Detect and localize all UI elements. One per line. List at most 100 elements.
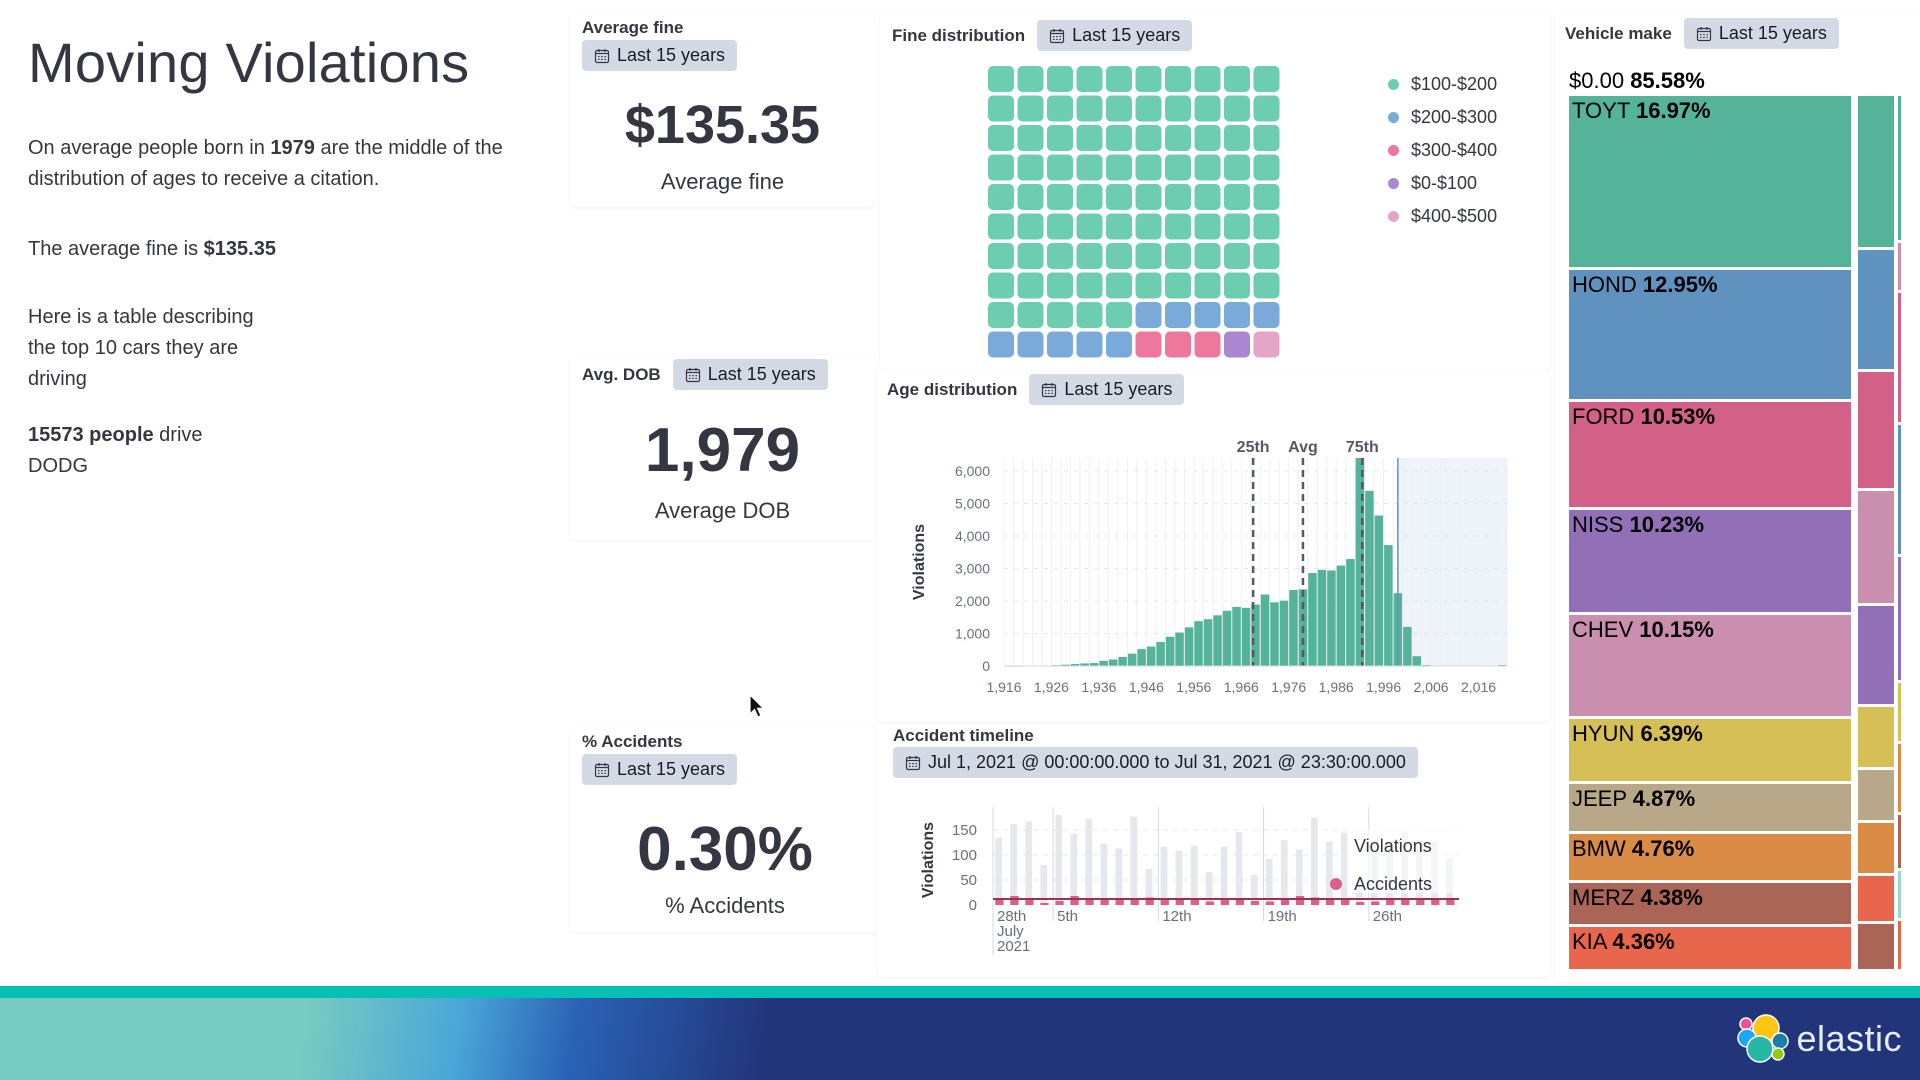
histogram-bar[interactable] xyxy=(1203,619,1213,666)
waffle-cell[interactable] xyxy=(1165,66,1191,92)
histogram-bar[interactable] xyxy=(1403,627,1412,666)
violations-bar[interactable] xyxy=(995,837,1003,906)
waffle-cell[interactable] xyxy=(1253,331,1280,358)
histogram-bar[interactable] xyxy=(1156,641,1165,666)
waffle-cell[interactable] xyxy=(1135,66,1162,92)
violations-bar[interactable] xyxy=(1115,848,1123,906)
time-range-badge[interactable]: Last 15 years xyxy=(1683,18,1839,49)
accidents-bar[interactable] xyxy=(1025,900,1034,905)
waffle-cell[interactable] xyxy=(1017,331,1044,358)
treemap-cell-tertiary[interactable] xyxy=(1898,921,1901,969)
waffle-cell[interactable] xyxy=(1224,184,1250,210)
waffle-cell[interactable] xyxy=(1194,184,1221,210)
waffle-cell[interactable] xyxy=(1017,272,1044,299)
waffle-cell[interactable] xyxy=(1076,302,1103,328)
waffle-cell[interactable] xyxy=(1076,213,1103,240)
waffle-cell[interactable] xyxy=(1224,302,1250,328)
waffle-cell[interactable] xyxy=(988,184,1014,210)
waffle-cell[interactable] xyxy=(1047,331,1073,358)
waffle-cell[interactable] xyxy=(1017,184,1044,210)
violations-bar[interactable] xyxy=(1025,821,1033,906)
violations-bar[interactable] xyxy=(1250,875,1258,905)
waffle-cell[interactable] xyxy=(1253,154,1280,181)
treemap-cell[interactable]: MERZ 4.38% xyxy=(1569,882,1851,925)
waffle-cell[interactable] xyxy=(1135,154,1162,181)
waffle-cell[interactable] xyxy=(1165,95,1191,122)
waffle-cell[interactable] xyxy=(1165,154,1191,181)
time-range-badge[interactable]: Last 15 years xyxy=(582,754,738,785)
waffle-cell[interactable] xyxy=(988,243,1014,269)
treemap-cell[interactable]: HYUN 6.39% xyxy=(1569,718,1851,781)
waffle-cell[interactable] xyxy=(1047,95,1073,122)
waffle-cell[interactable] xyxy=(1076,184,1103,210)
treemap-cell[interactable]: CHEV 10.15% xyxy=(1569,614,1851,716)
waffle-cell[interactable] xyxy=(1135,125,1162,151)
histogram-bar[interactable] xyxy=(1127,653,1137,666)
waffle-cell[interactable] xyxy=(1224,66,1250,92)
waffle-cell[interactable] xyxy=(1106,66,1132,92)
waffle-cell[interactable] xyxy=(1017,243,1044,269)
waffle-cell[interactable] xyxy=(1194,272,1221,299)
waffle-cell[interactable] xyxy=(1017,125,1044,151)
accidents-bar[interactable] xyxy=(1340,900,1350,905)
histogram-bar[interactable] xyxy=(1384,545,1393,666)
waffle-cell[interactable] xyxy=(1106,125,1132,151)
legend-item[interactable]: $100-$200 xyxy=(1388,68,1497,101)
histogram-bar[interactable] xyxy=(1374,515,1384,666)
waffle-cell[interactable] xyxy=(988,331,1014,358)
waffle-cell[interactable] xyxy=(1047,66,1073,92)
treemap-cell[interactable]: KIA 4.36% xyxy=(1569,927,1851,969)
accidents-bar[interactable] xyxy=(1040,903,1049,905)
waffle-cell[interactable] xyxy=(1076,95,1103,122)
treemap-cell-secondary[interactable] xyxy=(1858,372,1894,488)
treemap-cell-tertiary[interactable] xyxy=(1898,293,1901,423)
waffle-cell[interactable] xyxy=(1106,213,1132,240)
waffle-cell[interactable] xyxy=(1047,184,1073,210)
treemap-cell[interactable]: BMW 4.76% xyxy=(1569,833,1851,880)
violations-bar[interactable] xyxy=(1340,832,1348,906)
histogram-bar[interactable] xyxy=(1355,458,1365,666)
waffle-cell[interactable] xyxy=(1135,331,1162,358)
waffle-cell[interactable] xyxy=(1165,184,1191,210)
histogram-bar[interactable] xyxy=(1108,659,1118,667)
legend-label[interactable]: Accidents xyxy=(1354,874,1432,894)
waffle-cell[interactable] xyxy=(1165,243,1191,269)
time-range-badge[interactable]: Last 15 years xyxy=(582,40,738,71)
treemap-cell[interactable]: JEEP 4.87% xyxy=(1569,783,1851,831)
waffle-cell[interactable] xyxy=(1076,243,1103,269)
histogram-bar[interactable] xyxy=(1308,573,1317,666)
treemap-cell-secondary[interactable] xyxy=(1858,605,1894,704)
treemap-cell-secondary[interactable] xyxy=(1858,823,1894,874)
treemap-cell-tertiary[interactable] xyxy=(1898,815,1901,868)
violations-bar[interactable] xyxy=(1280,840,1288,905)
waffle-cell[interactable] xyxy=(1017,66,1044,92)
waffle-cell[interactable] xyxy=(1194,302,1221,328)
violations-bar[interactable] xyxy=(1055,815,1063,905)
legend-item[interactable]: $200-$300 xyxy=(1388,101,1497,134)
waffle-cell[interactable] xyxy=(1224,154,1250,181)
treemap-cell-tertiary[interactable] xyxy=(1898,242,1901,291)
legend-item[interactable]: $400-$500 xyxy=(1388,200,1497,233)
waffle-cell[interactable] xyxy=(1106,272,1132,299)
time-range-badge[interactable]: Last 15 years xyxy=(672,359,828,390)
treemap-cell-tertiary[interactable] xyxy=(1898,744,1901,812)
histogram-bar[interactable] xyxy=(1412,656,1422,666)
waffle-cell[interactable] xyxy=(988,125,1014,151)
treemap-cell[interactable]: FORD 10.53% xyxy=(1569,402,1851,507)
waffle-cell[interactable] xyxy=(1017,154,1044,181)
treemap-cell[interactable]: HOND 12.95% xyxy=(1569,269,1851,400)
histogram-bar[interactable] xyxy=(1279,600,1289,666)
treemap-cell-tertiary[interactable] xyxy=(1898,683,1901,742)
waffle-cell[interactable] xyxy=(1047,154,1073,181)
accidents-bar[interactable] xyxy=(1295,896,1305,905)
accidents-bar[interactable] xyxy=(1356,902,1365,905)
histogram-bar[interactable] xyxy=(1327,570,1336,666)
violations-bar[interactable] xyxy=(1205,872,1213,905)
time-range-badge[interactable]: Jul 1, 2021 @ 00:00:00.000 to Jul 31, 20… xyxy=(893,747,1418,778)
waffle-cell[interactable] xyxy=(1135,213,1162,240)
waffle-cell[interactable] xyxy=(1135,184,1162,210)
accidents-bar[interactable] xyxy=(1205,901,1214,906)
waffle-cell[interactable] xyxy=(1076,125,1103,151)
histogram-bar[interactable] xyxy=(1346,559,1355,666)
time-range-badge[interactable]: Last 15 years xyxy=(1037,20,1193,51)
